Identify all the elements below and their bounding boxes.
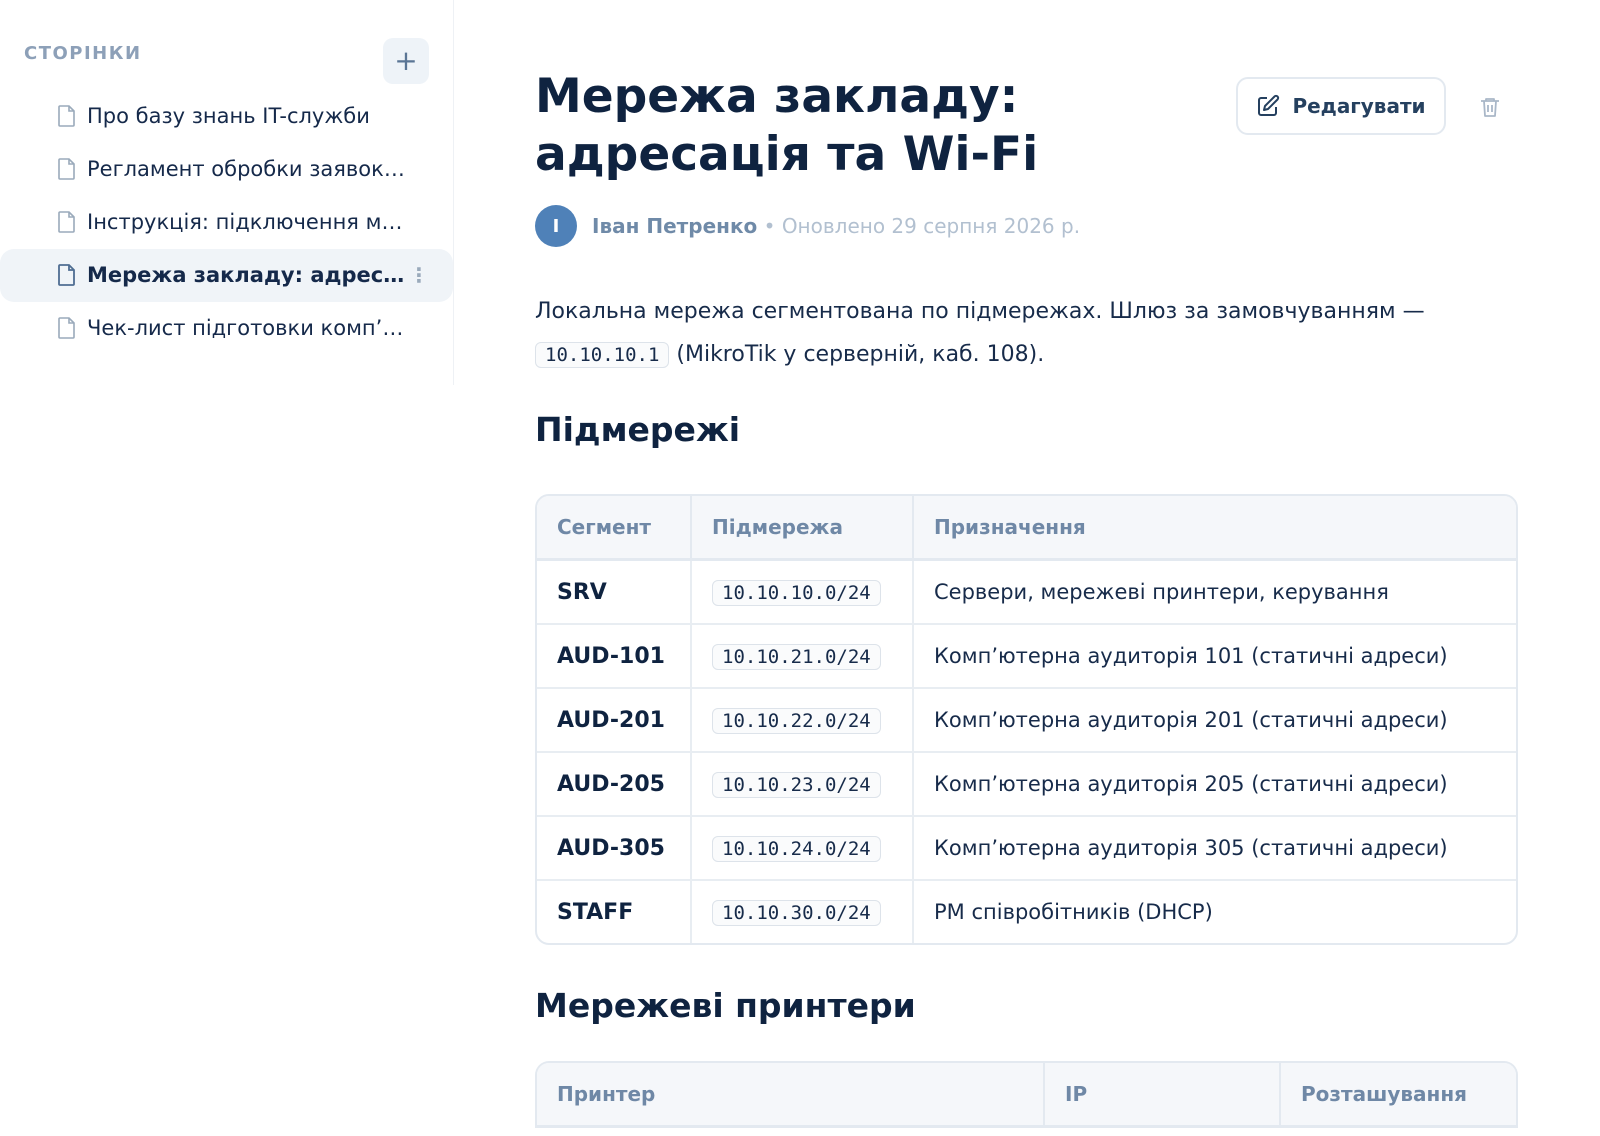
table-row: AUD-205 10.10.23.0/24 Комп’ютерна аудито… — [537, 753, 1516, 817]
sidebar-item-instruction[interactable]: Інструкція: підключення ме… — [0, 196, 453, 249]
sidebar-item-label: Регламент обробки заявок … — [87, 157, 405, 181]
gateway-note: (MikroTik у серверній, каб. 108). — [676, 342, 1045, 367]
meta-text: Іван Петренко • Оновлено 29 серпня 2026 … — [592, 214, 1080, 238]
plus-icon: + — [394, 44, 418, 77]
intro-paragraph: Локальна мережа сегментована по підмереж… — [535, 290, 1495, 377]
page-title: Мережа закладу: адресація та Wi-Fi — [535, 68, 1175, 184]
document-icon — [58, 158, 75, 180]
page-content: Мережа закладу: адресація та Wi-Fi Редаг… — [535, 0, 1520, 1136]
intro-text: Локальна мережа сегментована по підмереж… — [535, 299, 1425, 324]
column-header: Принтер — [537, 1063, 1045, 1128]
sidebar-item-label: Мережа закладу: адресац… — [87, 263, 405, 287]
purpose-cell: РМ співробітників (DHCP) — [934, 900, 1213, 924]
column-header: IP — [1045, 1063, 1281, 1128]
table-header-row: Сегмент Підмережа Призначення — [537, 496, 1516, 561]
subnet-cell: 10.10.24.0/24 — [692, 817, 914, 881]
purpose-cell: Сервери, мережеві принтери, керування — [914, 561, 1516, 625]
avatar: І — [535, 205, 577, 247]
document-icon — [58, 264, 75, 286]
more-options-icon[interactable]: ⋮ — [409, 263, 429, 287]
subnet-cell: 10.10.10.0/24 — [692, 561, 914, 625]
page-title-line-1: Мережа закладу: — [535, 69, 1019, 124]
author-name: Іван Петренко — [592, 214, 758, 238]
gateway-address: 10.10.10.1 — [535, 342, 670, 368]
column-header: Розташування — [1281, 1063, 1516, 1128]
purpose-cell: Комп’ютерна аудиторія 201 (статичні адре… — [914, 689, 1516, 753]
sidebar-item-label: Інструкція: підключення ме… — [87, 210, 405, 234]
column-header: Сегмент — [537, 496, 692, 561]
purpose-cell: Комп’ютерна аудиторія 205 (статичні адре… — [914, 753, 1516, 817]
trash-icon[interactable] — [1478, 95, 1502, 119]
subnet-code: 10.10.21.0/24 — [712, 644, 881, 670]
sidebar-item-label: Про базу знань IT-служби — [87, 104, 370, 128]
sidebar-item-network[interactable]: Мережа закладу: адресац… ⋮ — [0, 249, 453, 302]
edit-button-label: Редагувати — [1292, 94, 1426, 118]
document-icon — [58, 105, 75, 127]
table-row: AUD-101 10.10.21.0/24 Комп’ютерна аудито… — [537, 625, 1516, 689]
document-icon — [58, 317, 75, 339]
subnet-code: 10.10.23.0/24 — [712, 772, 881, 798]
sidebar-item-checklist[interactable]: Чек-лист підготовки комп’… — [0, 302, 453, 355]
edit-icon — [1258, 94, 1280, 116]
sidebar: СТОРІНКИ + Про базу знань IT-служби Регл… — [0, 0, 454, 385]
segment-cell: AUD-101 — [537, 625, 692, 689]
sidebar-page-list: Про базу знань IT-служби Регламент оброб… — [0, 90, 453, 355]
segment-cell: AUD-305 — [537, 817, 692, 881]
table-row: SRV 10.10.10.0/24 Сервери, мережеві прин… — [537, 561, 1516, 625]
printers-table: Принтер IP Розташування — [535, 1061, 1518, 1128]
table-row: AUD-201 10.10.22.0/24 Комп’ютерна аудито… — [537, 689, 1516, 753]
subnet-cell: 10.10.21.0/24 — [692, 625, 914, 689]
subnet-code: 10.10.30.0/24 — [712, 900, 881, 926]
subnet-code: 10.10.24.0/24 — [712, 836, 881, 862]
printers-heading: Мережеві принтери — [535, 986, 916, 1025]
segment-cell: AUD-201 — [537, 689, 692, 753]
page-meta: І Іван Петренко • Оновлено 29 серпня 202… — [535, 205, 1235, 247]
meta-separator: • — [757, 214, 782, 238]
edit-button[interactable]: Редагувати — [1236, 77, 1446, 135]
page-title-line-2: адресація та Wi-Fi — [535, 127, 1039, 182]
subnets-heading: Підмережі — [535, 410, 741, 449]
subnet-code: 10.10.10.0/24 — [712, 580, 881, 606]
sidebar-title: СТОРІНКИ — [24, 43, 142, 64]
column-header: Підмережа — [692, 496, 914, 561]
document-icon — [58, 211, 75, 233]
segment-cell: STAFF — [537, 881, 692, 943]
updated-date: Оновлено 29 серпня 2026 р. — [781, 214, 1081, 238]
sidebar-item-about[interactable]: Про базу знань IT-служби — [0, 90, 453, 143]
table-row: STAFF 10.10.30.0/24 РМ співробітників (D… — [537, 881, 1516, 943]
segment-cell: SRV — [537, 561, 692, 625]
table-row: AUD-305 10.10.24.0/24 Комп’ютерна аудито… — [537, 817, 1516, 881]
subnet-code: 10.10.22.0/24 — [712, 708, 881, 734]
subnet-cell: 10.10.30.0/24 — [692, 881, 914, 943]
subnet-cell: 10.10.22.0/24 — [692, 689, 914, 753]
purpose-cell: Комп’ютерна аудиторія 305 (статичні адре… — [914, 817, 1516, 881]
table-header-row: Принтер IP Розташування — [537, 1063, 1516, 1128]
sidebar-header: СТОРІНКИ + — [24, 38, 429, 86]
purpose-cell: Комп’ютерна аудиторія 101 (статичні адре… — [914, 625, 1516, 689]
sidebar-item-label: Чек-лист підготовки комп’… — [87, 316, 404, 340]
segment-cell: AUD-205 — [537, 753, 692, 817]
add-page-button[interactable]: + — [383, 38, 429, 84]
subnet-cell: 10.10.23.0/24 — [692, 753, 914, 817]
column-header: Призначення — [914, 496, 1516, 561]
subnets-table: Сегмент Підмережа Призначення SRV 10.10.… — [535, 494, 1518, 945]
sidebar-item-regulations[interactable]: Регламент обробки заявок … — [0, 143, 453, 196]
